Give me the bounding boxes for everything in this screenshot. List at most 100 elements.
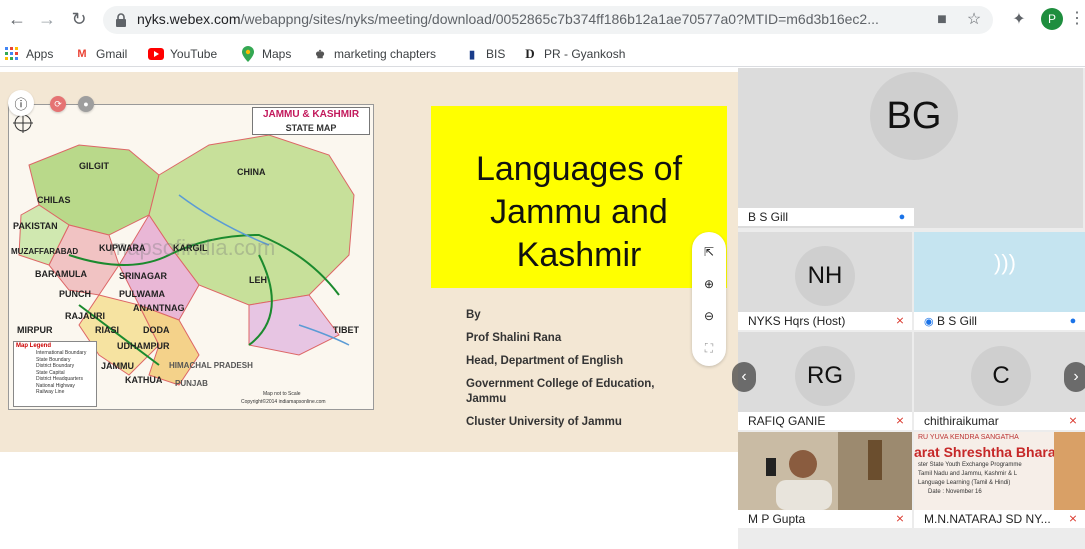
slide-title-box: Languages of Jammu and Kashmir	[431, 106, 727, 288]
participant-tile[interactable]: RG RAFIQ GANIE ⨯	[738, 332, 912, 430]
mic-muted-icon: ⨯	[1068, 513, 1078, 525]
forward-icon[interactable]: →	[36, 8, 58, 30]
jk-state-map: JAMMU & KASHMIR STATE MAP mapsofindia.co…	[8, 104, 374, 410]
map-label: MIRPUR	[17, 325, 53, 335]
bookmark-bis[interactable]: ▮ BIS	[464, 45, 505, 63]
annotate-icon[interactable]: ⟳	[50, 96, 66, 112]
participant-name: chithiraikumar ⨯	[914, 412, 1085, 430]
zoom-controls: ⇱ ⊕ ⊖ ⛶	[692, 232, 726, 366]
bookmark-site-icon: D	[525, 46, 535, 61]
bookmark-site-icon: ♚	[315, 48, 325, 61]
participant-tile[interactable]: BG B S Gill ●	[738, 68, 1083, 228]
map-copyright: Copyright©2014 indiamapsonline.com	[241, 399, 326, 405]
map-label: ANANTNAG	[133, 303, 185, 313]
map-title: JAMMU & KASHMIR STATE MAP	[252, 107, 370, 135]
zoom-out-icon[interactable]: ⊖	[701, 308, 717, 324]
mic-muted-icon: ⨯	[895, 513, 905, 525]
map-label: RAJAURI	[65, 311, 106, 321]
map-label: KARGIL	[173, 243, 208, 253]
participant-video-tile[interactable]: M P Gupta ⨯	[738, 432, 912, 528]
avatar: RG	[795, 346, 855, 406]
zoom-in-icon[interactable]: ⊕	[701, 276, 717, 292]
avatar: C	[971, 346, 1031, 406]
participant-tile-speaking[interactable]: ))) ◉ B S Gill ●	[914, 232, 1085, 330]
fullscreen-icon[interactable]: ⇱	[701, 244, 717, 260]
map-scale-note: Map not to Scale	[263, 391, 301, 397]
bookmark-maps[interactable]: Maps	[240, 45, 291, 63]
participant-name: M.N.NATARAJ SD NY... ⨯	[914, 510, 1085, 528]
map-label: GILGIT	[79, 161, 109, 171]
bookmark-pr-gyankosh[interactable]: D PR - Gyankosh	[522, 45, 625, 63]
info-icon[interactable]: ⓘ	[8, 90, 34, 116]
status-icon: ◉	[924, 316, 934, 328]
bookmark-gmail[interactable]: M Gmail	[74, 45, 127, 63]
map-label: JAMMU	[101, 361, 134, 371]
participant-tile[interactable]: NH NYKS Hqrs (Host) ⨯	[738, 232, 912, 330]
browser-toolbar: ← → ↻ nyks.webex.com/webappng/sites/nyks…	[0, 0, 1085, 40]
map-legend: Map Legend International Boundary State …	[13, 341, 97, 407]
mic-icon: ●	[1069, 315, 1077, 327]
reload-icon[interactable]: ↻	[68, 8, 90, 30]
pointer-icon[interactable]: ●	[78, 96, 94, 112]
star-icon[interactable]: ☆	[965, 11, 983, 29]
camera-icon[interactable]: ■	[933, 11, 951, 29]
bookmark-youtube[interactable]: YouTube	[148, 45, 217, 63]
map-label: PULWAMA	[119, 289, 165, 299]
participant-name: NYKS Hqrs (Host) ⨯	[738, 312, 912, 330]
participant-video: RU YUVA KENDRA SANGATHA arat Shreshtha B…	[914, 432, 1085, 510]
next-page-icon[interactable]: ›	[1064, 362, 1085, 392]
mic-muted-icon: ⨯	[895, 315, 905, 327]
map-label: PUNJAB	[175, 379, 208, 388]
mic-muted-icon: ⨯	[895, 415, 905, 427]
participant-name: B S Gill ●	[738, 208, 914, 226]
address-bar[interactable]: nyks.webex.com/webappng/sites/nyks/meeti…	[103, 6, 993, 34]
map-label: LEH	[249, 275, 267, 285]
map-label: SRINAGAR	[119, 271, 168, 281]
apps-grid-icon	[4, 46, 20, 62]
maps-pin-icon	[240, 46, 256, 62]
map-label: BARAMULA	[35, 269, 87, 279]
participant-video-tile[interactable]: RU YUVA KENDRA SANGATHA arat Shreshtha B…	[914, 432, 1085, 528]
mic-icon: ●	[898, 211, 906, 223]
fit-screen-icon[interactable]: ⛶	[701, 340, 717, 356]
avatar: NH	[795, 246, 855, 306]
mic-muted-icon: ⨯	[1068, 415, 1078, 427]
presentation-slide: JAMMU & KASHMIR STATE MAP mapsofindia.co…	[0, 72, 738, 452]
youtube-icon	[148, 46, 164, 62]
map-label: DODA	[143, 325, 170, 335]
map-label: CHINA	[237, 167, 266, 177]
participant-video	[738, 432, 912, 510]
gmail-icon: M	[77, 48, 87, 60]
speaking-indicator-icon: )))	[994, 250, 1016, 275]
bookmark-marketing-chapters[interactable]: ♚ marketing chapters	[312, 45, 436, 63]
participant-name: M P Gupta ⨯	[738, 510, 912, 528]
map-label: MUZAFFARABAD	[11, 247, 79, 256]
participants-panel: BG B S Gill ● NH NYKS Hqrs (Host) ⨯ ))) …	[732, 68, 1085, 549]
map-label: HIMACHAL PRADESH	[169, 361, 253, 370]
slide-byline: By Prof Shalini Rana Head, Department of…	[466, 309, 655, 428]
map-label: KATHUA	[125, 375, 163, 385]
bookmarks-bar: Apps M Gmail YouTube Maps ♚ marketing chap…	[0, 40, 1085, 67]
back-icon[interactable]: ←	[6, 8, 28, 30]
bookmark-apps[interactable]: Apps	[4, 45, 53, 63]
participant-tile[interactable]: C chithiraikumar ⨯	[914, 332, 1085, 430]
participant-name: RAFIQ GANIE ⨯	[738, 412, 912, 430]
extensions-icon[interactable]: ✦	[1009, 9, 1029, 29]
profile-avatar[interactable]: P	[1041, 8, 1063, 30]
participant-name: ◉ B S Gill ●	[914, 312, 1085, 330]
map-label: TIBET	[333, 325, 359, 335]
avatar: BG	[870, 72, 958, 160]
shared-content-area: JAMMU & KASHMIR STATE MAP mapsofindia.co…	[0, 68, 738, 549]
menu-icon[interactable]: ⋮	[1069, 8, 1085, 30]
map-label: CHILAS	[37, 195, 71, 205]
map-label: KUPWARA	[99, 243, 146, 253]
url-text: nyks.webex.com/webappng/sites/nyks/meeti…	[137, 11, 879, 27]
map-label: UDHAMPUR	[117, 341, 170, 351]
lock-icon	[116, 13, 126, 27]
previous-page-icon[interactable]: ‹	[732, 362, 756, 392]
map-label: PAKISTAN	[13, 221, 58, 231]
map-label: PUNCH	[59, 289, 92, 299]
map-label: RIASI	[95, 325, 120, 335]
slide-title: Languages of Jammu and Kashmir	[475, 150, 683, 274]
bookmark-site-icon: ▮	[468, 48, 476, 61]
